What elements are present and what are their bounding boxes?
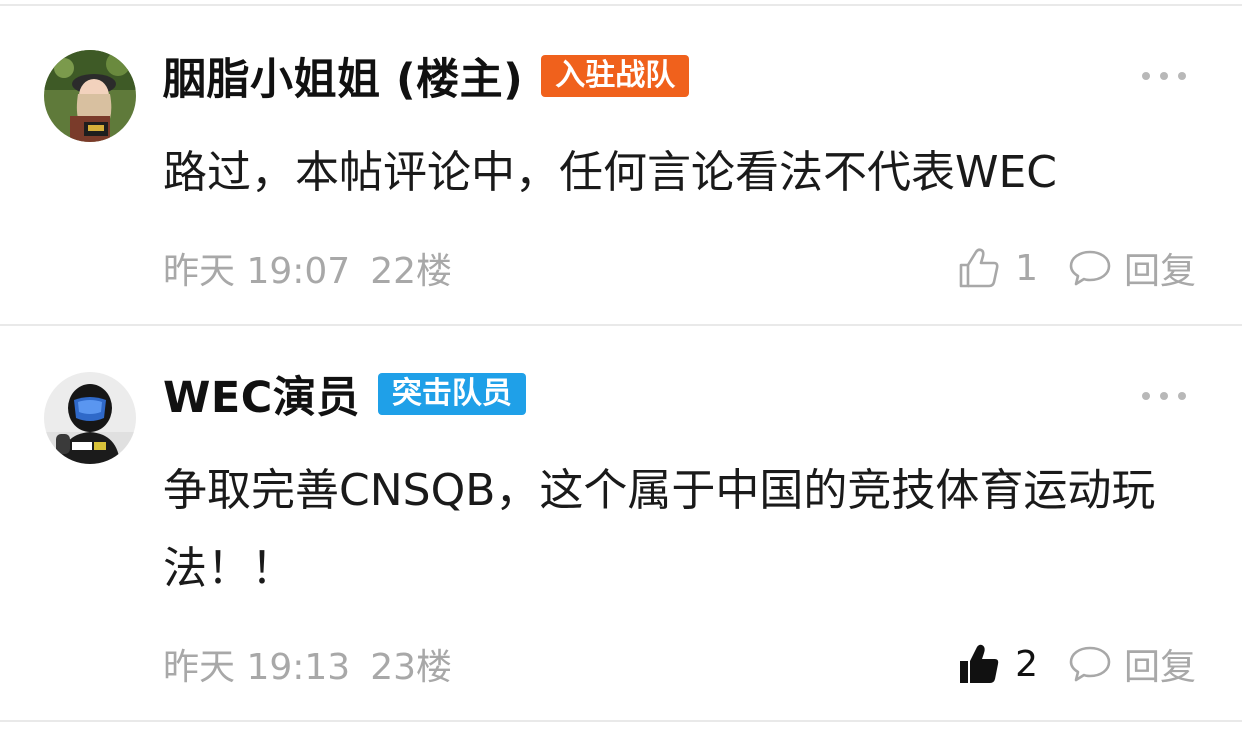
more-dot-icon [1142, 392, 1150, 400]
like-count: 1 [1015, 247, 1038, 289]
comment-item: WEC演员 突击队员 争取完善CNSQB，这个属于中国的竞技体育运动玩法！！ 昨… [0, 326, 1242, 720]
username[interactable]: WEC演员 [163, 363, 360, 425]
bottom-divider [0, 720, 1242, 722]
thumbs-up-filled-icon [960, 644, 999, 683]
more-options-button[interactable] [1142, 390, 1186, 402]
like-button[interactable]: 1 [957, 246, 1038, 290]
chat-bubble-icon [1069, 250, 1111, 286]
more-dot-icon [1178, 72, 1186, 80]
like-button[interactable]: 2 [957, 642, 1038, 686]
comment-header: 胭脂小姐姐 (楼主) 入驻战队 [163, 45, 690, 107]
comment-date: 昨天 19:13 [163, 647, 351, 688]
comment-floor: 23楼 [370, 647, 453, 688]
comment-item: 胭脂小姐姐 (楼主) 入驻战队 路过，本帖评论中，任何言论看法不代表WEC 昨天… [0, 6, 1242, 324]
user-avatar[interactable] [44, 372, 136, 464]
comment-content: 路过，本帖评论中，任何言论看法不代表WEC [163, 147, 1058, 198]
owner-badge: 入驻战队 [541, 55, 690, 97]
more-options-button[interactable] [1142, 70, 1186, 82]
comment-date: 昨天 19:07 [163, 251, 351, 292]
reply-label: 回复 [1123, 647, 1196, 688]
comment-header: WEC演员 突击队员 [163, 364, 526, 424]
reply-button[interactable]: 回复 [1068, 638, 1196, 690]
avatar-photo-icon [44, 372, 136, 464]
chat-bubble-icon [1069, 646, 1111, 682]
more-dot-icon [1178, 392, 1186, 400]
comment-content: 争取完善CNSQB，这个属于中国的竞技体育运动玩法！！ [163, 465, 1156, 594]
comment-meta: 昨天 19:07 22楼 [163, 242, 452, 294]
avatar-photo-icon [44, 50, 136, 142]
username[interactable]: 胭脂小姐姐 (楼主) [163, 45, 523, 107]
thumbs-up-outline-icon [959, 248, 999, 288]
more-dot-icon [1160, 72, 1168, 80]
comment-floor: 22楼 [370, 251, 453, 292]
reply-button[interactable]: 回复 [1068, 242, 1196, 294]
comment-actions: 2 回复 [957, 638, 1196, 690]
user-avatar[interactable] [44, 50, 136, 142]
reply-label: 回复 [1123, 251, 1196, 292]
more-dot-icon [1160, 392, 1168, 400]
like-count: 2 [1015, 643, 1038, 685]
member-badge: 突击队员 [377, 373, 526, 415]
more-dot-icon [1142, 72, 1150, 80]
comment-actions: 1 回复 [957, 242, 1196, 294]
comment-meta: 昨天 19:13 23楼 [163, 638, 452, 690]
